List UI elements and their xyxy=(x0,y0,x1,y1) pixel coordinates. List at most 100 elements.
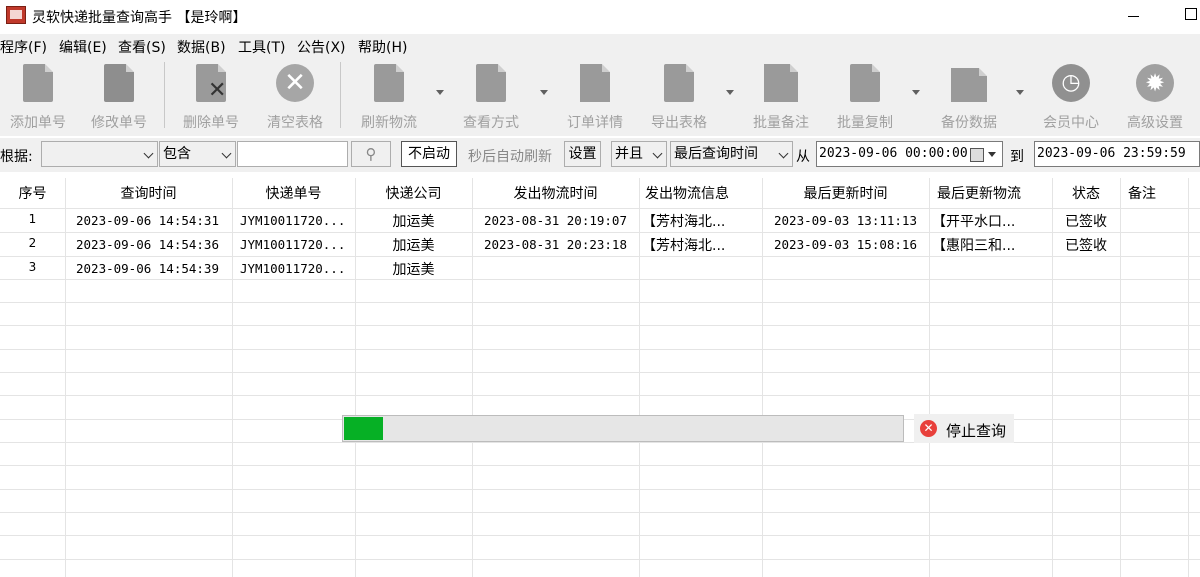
cell-query-time: 2023-09-06 14:54:39 xyxy=(76,261,219,276)
filter-bar: 根据: 包含 ⚲ 不启动 秒后自动刷新 设置 并且 最后查询时间 从 2023-… xyxy=(0,138,1200,172)
grid-line xyxy=(0,372,1200,373)
clear-table-button[interactable]: ✕ 清空表格 xyxy=(256,64,334,132)
stop-query-button[interactable]: ✕ 停止查询 xyxy=(914,414,1014,443)
cell-company: 加运美 xyxy=(392,262,435,278)
column-header-no[interactable]: 序号 xyxy=(0,178,65,208)
from-date-value: 2023-09-06 00:00:00 xyxy=(819,146,968,161)
grid-line xyxy=(0,232,1200,233)
chevron-down-icon xyxy=(778,148,789,159)
column-header-send-info[interactable]: 发出物流信息 xyxy=(639,178,768,208)
search-icon: ⚲ xyxy=(365,145,377,163)
backup-dropdown-icon[interactable] xyxy=(1016,90,1024,95)
filter-field-select[interactable] xyxy=(41,141,158,167)
gear-icon: ✹ xyxy=(1136,64,1174,102)
add-tracking-label: 添加单号 xyxy=(10,115,66,131)
keyword-input[interactable] xyxy=(237,141,348,167)
title-bar: 灵软快递批量查询高手 【是玲啊】 xyxy=(0,0,1200,32)
stop-icon: ✕ xyxy=(920,420,937,437)
grid-line xyxy=(0,208,1200,209)
cell-update-info: 【开平水口... xyxy=(932,214,1016,230)
batch-copy-icon xyxy=(850,64,880,102)
grid-line xyxy=(0,279,1200,280)
auto-refresh-toggle-button[interactable]: 不启动 xyxy=(401,141,457,167)
export-table-button[interactable]: 导出表格 xyxy=(640,64,718,132)
time-field-value: 最后查询时间 xyxy=(674,146,758,162)
batch-copy-button[interactable]: 批量复制 xyxy=(826,64,904,132)
grid-line xyxy=(0,465,1200,466)
member-center-label: 会员中心 xyxy=(1043,115,1099,131)
column-header-tracking[interactable]: 快递单号 xyxy=(232,178,355,208)
results-table: 序号 查询时间 快递单号 快递公司 发出物流时间 发出物流信息 最后更新时间 最… xyxy=(0,178,1200,577)
logic-select[interactable]: 并且 xyxy=(611,141,667,167)
export-dropdown-icon[interactable] xyxy=(726,90,734,95)
delete-tracking-button[interactable]: ✕ 删除单号 xyxy=(172,64,250,132)
window-title: 灵软快递批量查询高手 【是玲啊】 xyxy=(32,10,247,26)
batch-note-button[interactable]: 批量备注 xyxy=(742,64,820,132)
cell-company: 加运美 xyxy=(392,238,435,254)
menu-view[interactable]: 查看(S) xyxy=(118,37,166,57)
cell-company: 加运美 xyxy=(392,214,435,230)
settings-button[interactable]: 设置 xyxy=(564,141,601,167)
maximize-button[interactable] xyxy=(1176,4,1200,28)
minimize-button[interactable] xyxy=(1118,4,1148,28)
edit-pencil-icon xyxy=(104,64,134,102)
cell-tracking: JYM10011720... xyxy=(240,237,346,252)
advanced-settings-label: 高级设置 xyxy=(1127,115,1183,131)
chevron-down-icon xyxy=(143,148,154,159)
column-header-query-time[interactable]: 查询时间 xyxy=(65,178,232,208)
batch-copy-dropdown-icon[interactable] xyxy=(912,90,920,95)
from-date-picker[interactable]: 2023-09-06 00:00:00 xyxy=(816,141,1003,167)
add-tracking-button[interactable]: 添加单号 xyxy=(0,64,76,132)
export-table-label: 导出表格 xyxy=(651,115,707,131)
cell-send-time: 2023-08-31 20:23:18 xyxy=(484,237,627,252)
cell-update-info: 【惠阳三和... xyxy=(932,238,1016,254)
dropdown-arrow-icon xyxy=(988,152,996,157)
order-detail-button[interactable]: 订单详情 xyxy=(556,64,634,132)
menu-notice[interactable]: 公告(X) xyxy=(297,37,346,57)
calendar-icon xyxy=(970,148,984,162)
cell-query-time: 2023-09-06 14:54:31 xyxy=(76,213,219,228)
clock-icon: ◷ xyxy=(1052,64,1090,102)
column-header-send-time[interactable]: 发出物流时间 xyxy=(472,178,639,208)
advanced-settings-button[interactable]: ✹ 高级设置 xyxy=(1116,64,1194,132)
grid-line xyxy=(0,256,1200,257)
refresh-document-icon xyxy=(374,64,404,102)
column-header-update-time[interactable]: 最后更新时间 xyxy=(762,178,929,208)
edit-tracking-button[interactable]: 修改单号 xyxy=(80,64,158,132)
column-header-company[interactable]: 快递公司 xyxy=(355,178,472,208)
column-header-note[interactable]: 备注 xyxy=(1120,178,1196,208)
auto-refresh-label: 秒后自动刷新 xyxy=(468,149,552,165)
view-document-icon xyxy=(476,64,506,102)
from-label: 从 xyxy=(796,149,810,165)
time-field-select[interactable]: 最后查询时间 xyxy=(670,141,793,167)
match-mode-select[interactable]: 包含 xyxy=(159,141,236,167)
cell-status: 已签收 xyxy=(1065,238,1107,254)
member-center-button[interactable]: ◷ 会员中心 xyxy=(1032,64,1110,132)
grid-line xyxy=(639,178,640,577)
batch-note-icon xyxy=(764,64,798,102)
order-detail-label: 订单详情 xyxy=(567,115,623,131)
to-date-picker[interactable]: 2023-09-06 23:59:59 xyxy=(1034,141,1200,167)
grid-line xyxy=(232,178,233,577)
menu-tools[interactable]: 工具(T) xyxy=(238,37,285,57)
batch-note-label: 批量备注 xyxy=(753,115,809,131)
chevron-down-icon xyxy=(652,148,663,159)
column-header-update-info[interactable]: 最后更新物流 xyxy=(929,178,1060,208)
delete-tracking-label: 删除单号 xyxy=(183,115,239,131)
cell-send-info: 【芳村海北... xyxy=(642,214,726,230)
app-logo-icon xyxy=(6,6,26,24)
grid-line xyxy=(0,325,1200,326)
backup-data-button[interactable]: 备份数据 xyxy=(930,64,1008,132)
view-mode-button[interactable]: 查看方式 xyxy=(452,64,530,132)
menu-help[interactable]: 帮助(H) xyxy=(358,37,407,57)
column-header-status[interactable]: 状态 xyxy=(1052,178,1120,208)
cell-send-info: 【芳村海北... xyxy=(642,238,726,254)
refresh-logistics-button[interactable]: 刷新物流 xyxy=(350,64,428,132)
menu-program[interactable]: 程序(F) xyxy=(0,37,47,57)
cell-send-time: 2023-08-31 20:19:07 xyxy=(484,213,627,228)
search-button[interactable]: ⚲ xyxy=(351,141,391,167)
view-mode-dropdown-icon[interactable] xyxy=(540,90,548,95)
menu-data[interactable]: 数据(B) xyxy=(177,37,226,57)
refresh-dropdown-icon[interactable] xyxy=(436,90,444,95)
menu-edit[interactable]: 编辑(E) xyxy=(59,37,107,57)
